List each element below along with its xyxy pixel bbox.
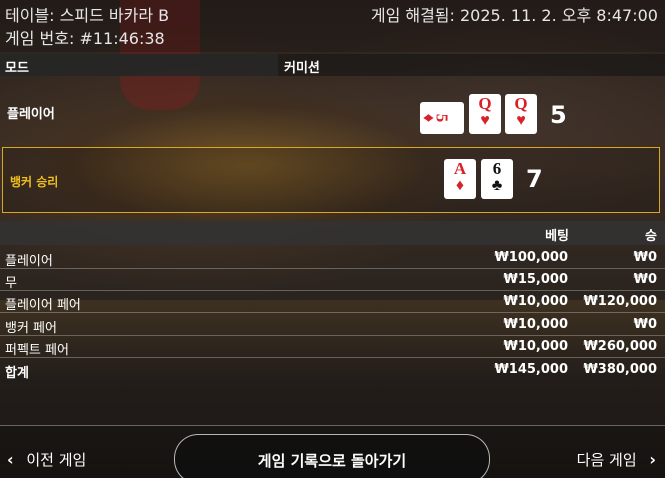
total-label: 합계 — [5, 366, 29, 381]
mode-bar: 모드 커미션 — [0, 54, 665, 76]
heart-icon: ♥ — [516, 112, 526, 129]
card-rank: Q — [514, 94, 528, 113]
card-rank: A — [453, 159, 467, 178]
bet-name: 퍼펙트 페어 — [5, 343, 69, 358]
bet-amount: ₩10,000 — [503, 294, 568, 309]
table-row: 무 ₩15,000 ₩0 — [0, 269, 665, 291]
player-score: 5 — [550, 101, 567, 129]
resolved-time: 게임 해결됨: 2025. 11. 2. 오후 8:47:00 — [370, 6, 658, 25]
footer-nav: ‹ 이전 게임 게임 기록으로 돌아가기 다음 게임 › — [0, 425, 665, 478]
table-row: 플레이어 페어 ₩10,000 ₩120,000 — [0, 291, 665, 313]
bet-amount: ₩10,000 — [503, 339, 568, 354]
banker-hand-row: 뱅커 승리 A ♦ 6 ♣ 7 — [2, 147, 660, 213]
player-card-1: ♦5 — [419, 102, 464, 134]
next-game-label: 다음 게임 — [576, 451, 637, 469]
win-amount: ₩120,000 — [583, 294, 657, 309]
chevron-right-icon: › — [649, 450, 656, 469]
total-row: 합계 ₩145,000 ₩380,000 — [0, 359, 665, 381]
table-title: 테이블: 스피드 바카라 B — [5, 6, 170, 25]
player-card-2: Q ♥ — [469, 94, 501, 134]
table-row: 퍼펙트 페어 ₩10,000 ₩260,000 — [0, 336, 665, 358]
previous-game-label: 이전 게임 — [26, 451, 87, 469]
win-amount: ₩0 — [633, 317, 657, 332]
bet-amount: ₩15,000 — [503, 272, 568, 287]
player-card-3: Q ♥ — [505, 94, 537, 134]
bet-column-header: 베팅 — [545, 229, 569, 244]
game-number: 게임 번호: #11:46:38 — [5, 29, 165, 48]
table-row: 플레이어 ₩100,000 ₩0 — [0, 247, 665, 269]
bet-amount: ₩10,000 — [503, 317, 568, 332]
bet-name: 뱅커 페어 — [5, 321, 57, 336]
player-label: 플레이어 — [7, 107, 55, 122]
win-amount: ₩0 — [633, 272, 657, 287]
next-game-button[interactable]: 다음 게임 › — [577, 449, 656, 470]
back-to-history-button[interactable]: 게임 기록으로 돌아가기 — [174, 434, 490, 478]
table-row: 뱅커 페어 ₩10,000 ₩0 — [0, 314, 665, 336]
win-amount: ₩260,000 — [583, 339, 657, 354]
banker-card-2: 6 ♣ — [481, 159, 513, 199]
diamond-icon: ♦ — [455, 177, 465, 194]
card-rank: Q — [478, 94, 492, 113]
bets-table-header: 베팅 승 — [0, 221, 665, 245]
bet-name: 플레이어 — [5, 254, 53, 269]
heart-icon: ♥ — [480, 112, 490, 129]
banker-card-1: A ♦ — [444, 159, 476, 199]
win-amount: ₩0 — [633, 250, 657, 265]
previous-game-button[interactable]: ‹ 이전 게임 — [7, 449, 86, 470]
commission-label: 커미션 — [284, 61, 320, 76]
bet-amount: ₩100,000 — [494, 250, 568, 265]
win-column-header: 승 — [645, 229, 657, 244]
player-hand-row: 플레이어 ♦5 Q ♥ Q ♥ 5 — [0, 76, 665, 144]
banker-score: 7 — [526, 165, 543, 193]
total-win: ₩380,000 — [583, 362, 657, 377]
card-rank: 5 — [431, 113, 451, 123]
bet-name: 플레이어 페어 — [5, 298, 81, 313]
club-icon: ♣ — [491, 177, 503, 194]
bet-name: 무 — [5, 276, 17, 291]
game-info-header: 테이블: 스피드 바카라 B 게임 해결됨: 2025. 11. 2. 오후 8… — [0, 0, 665, 52]
total-bet: ₩145,000 — [494, 362, 568, 377]
back-to-history-label: 게임 기록으로 돌아가기 — [257, 452, 407, 470]
banker-win-label: 뱅커 승리 — [10, 175, 59, 189]
mode-label: 모드 — [0, 54, 278, 76]
card-rank: 6 — [492, 159, 502, 178]
chevron-left-icon: ‹ — [7, 450, 14, 469]
